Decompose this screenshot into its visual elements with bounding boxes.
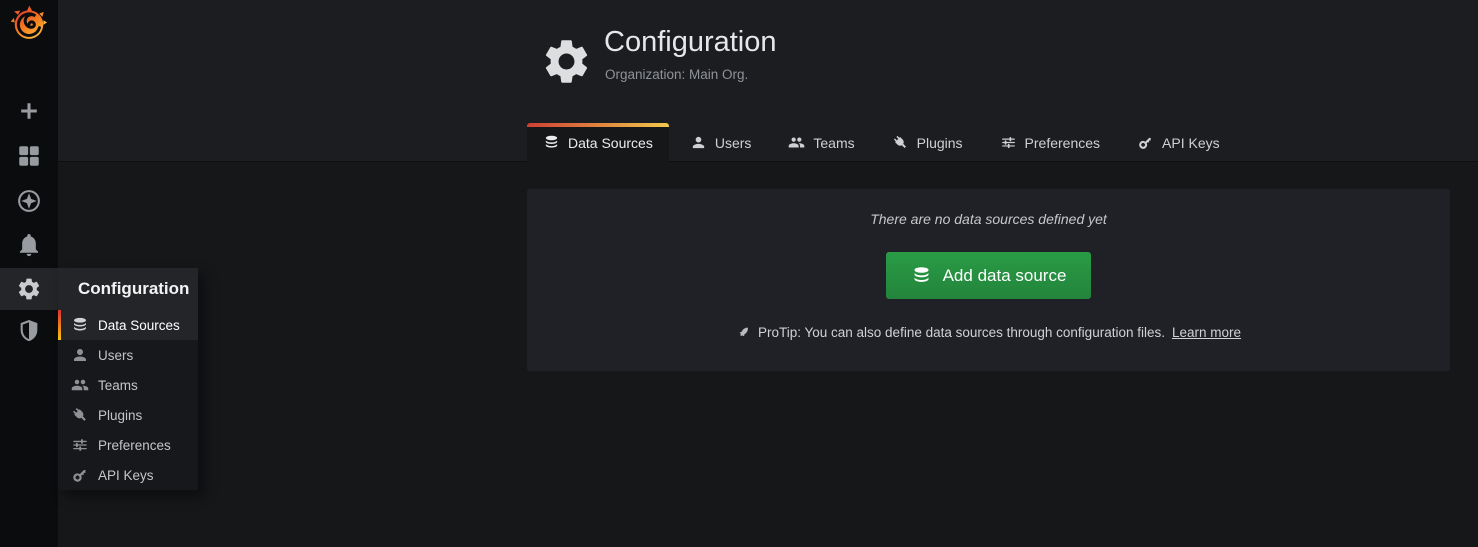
bell-icon — [16, 232, 42, 258]
tab-label: Plugins — [917, 135, 963, 151]
database-icon — [71, 316, 89, 334]
empty-state-message: There are no data sources defined yet — [870, 211, 1107, 227]
add-data-source-label: Add data source — [943, 266, 1067, 286]
tab-label: Preferences — [1025, 135, 1100, 151]
flyout-item-users[interactable]: Users — [58, 340, 198, 370]
flyout-item-label: Preferences — [98, 438, 171, 453]
protip-text: ProTip: You can also define data sources… — [758, 325, 1165, 340]
gear-icon — [16, 276, 42, 302]
flyout-item-plugins[interactable]: Plugins — [58, 400, 198, 430]
gear-icon — [540, 35, 593, 88]
add-data-source-button[interactable]: Add data source — [886, 252, 1092, 299]
tab-label: API Keys — [1162, 135, 1220, 151]
tab-label: Users — [715, 135, 752, 151]
plug-icon — [892, 134, 909, 151]
config-tabs: Data Sources Users Teams Plugins Prefere… — [527, 123, 1236, 162]
key-icon — [1137, 134, 1154, 151]
page-subtitle: Organization: Main Org. — [605, 67, 748, 82]
tab-api-keys[interactable]: API Keys — [1121, 123, 1236, 162]
flyout-item-data-sources[interactable]: Data Sources — [58, 310, 198, 340]
learn-more-link[interactable]: Learn more — [1172, 325, 1241, 340]
team-icon — [71, 376, 89, 394]
page-title: Configuration — [604, 26, 777, 59]
user-icon — [690, 134, 707, 151]
flyout-item-label: Plugins — [98, 408, 142, 423]
sidebar-item-alerting[interactable] — [0, 224, 58, 266]
flyout-item-label: Users — [98, 348, 133, 363]
side-menu — [0, 0, 58, 547]
tab-label: Teams — [813, 135, 854, 151]
team-icon — [788, 134, 805, 151]
sidebar-item-configuration[interactable] — [0, 268, 58, 310]
tab-data-sources[interactable]: Data Sources — [527, 123, 669, 162]
tab-label: Data Sources — [568, 135, 653, 151]
data-sources-empty-panel: There are no data sources defined yet Ad… — [527, 189, 1450, 371]
flyout-title[interactable]: Configuration — [58, 268, 198, 310]
flyout-item-label: API Keys — [98, 468, 154, 483]
sliders-icon — [71, 436, 89, 454]
tab-preferences[interactable]: Preferences — [984, 123, 1116, 162]
plus-icon — [16, 98, 42, 124]
flyout-item-teams[interactable]: Teams — [58, 370, 198, 400]
flyout-item-preferences[interactable]: Preferences — [58, 430, 198, 460]
flyout-item-label: Teams — [98, 378, 138, 393]
flyout-item-api-keys[interactable]: API Keys — [58, 460, 198, 490]
key-icon — [71, 466, 89, 484]
sidebar-item-server-admin[interactable] — [0, 310, 58, 352]
sidebar-item-create[interactable] — [0, 90, 58, 132]
tab-plugins[interactable]: Plugins — [876, 123, 979, 162]
database-icon — [543, 134, 560, 151]
dashboards-grid-icon — [16, 143, 42, 169]
tab-users[interactable]: Users — [674, 123, 768, 162]
rocket-icon — [736, 325, 751, 340]
plug-icon — [71, 406, 89, 424]
user-icon — [71, 346, 89, 364]
tab-teams[interactable]: Teams — [772, 123, 870, 162]
sidebar-item-explore[interactable] — [0, 180, 58, 222]
compass-icon — [16, 188, 42, 214]
grafana-logo[interactable] — [10, 4, 48, 42]
sliders-icon — [1000, 134, 1017, 151]
sidebar-item-dashboards[interactable] — [0, 135, 58, 177]
database-icon — [911, 265, 932, 286]
page-header: Configuration Organization: Main Org. Da… — [58, 0, 1478, 162]
shield-icon — [16, 318, 42, 344]
flyout-item-label: Data Sources — [98, 318, 180, 333]
protip-row: ProTip: You can also define data sources… — [736, 325, 1241, 340]
configuration-flyout-menu: Configuration Data Sources Users Teams P… — [58, 268, 198, 490]
